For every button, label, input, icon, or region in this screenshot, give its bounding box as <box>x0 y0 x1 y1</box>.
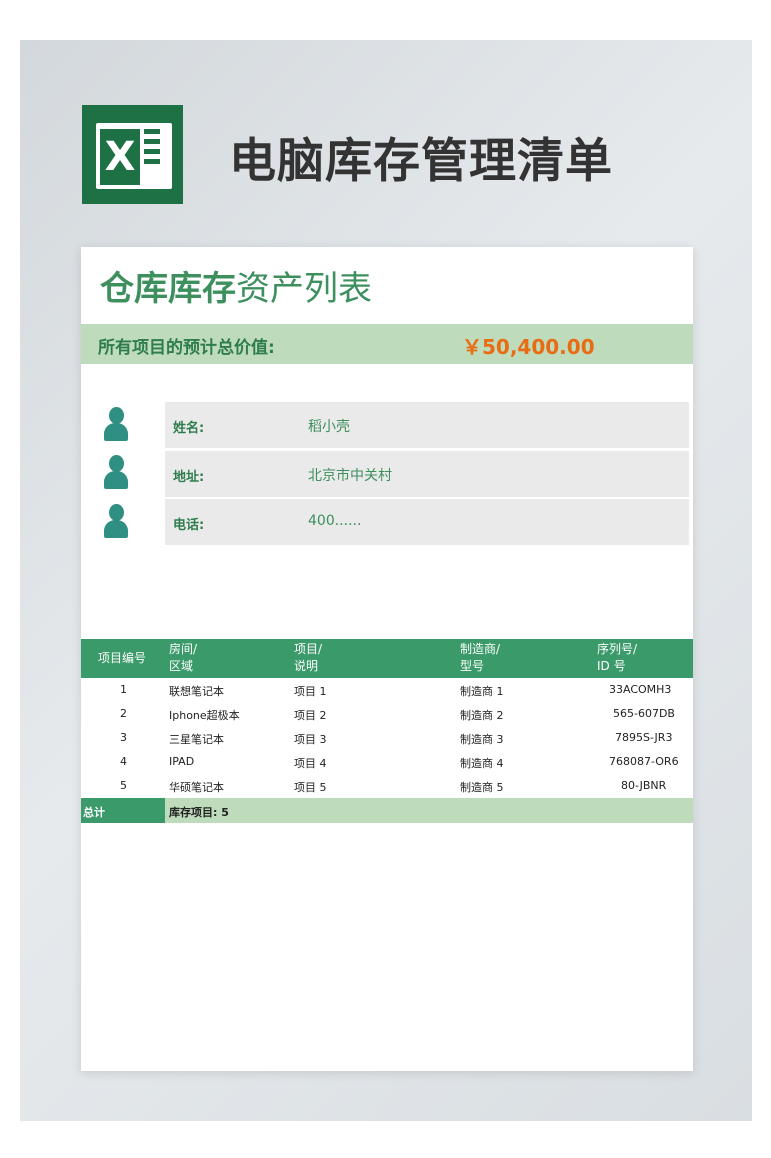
inventory-sheet: 仓库库存资产列表 所有项目的预计总价值: ￥50,400.00 姓名: 稻小壳 … <box>81 247 693 1071</box>
cell-id: 3 <box>120 731 127 744</box>
table-row[interactable]: 4 IPAD 项目 4 制造商 4 768087-OR6 <box>81 750 693 774</box>
cell-item: 项目 5 <box>294 781 327 794</box>
column-header-room-line1: 房间/ <box>169 642 198 656</box>
sheet-title-bold: 仓库库存 <box>100 269 236 309</box>
column-header-maker-line1: 制造商/ <box>460 642 501 656</box>
cell-maker: 制造商 4 <box>460 757 504 770</box>
cell-room: 联想笔记本 <box>169 685 224 698</box>
column-header-maker-line2: 型号 <box>460 659 485 673</box>
info-key-phone: 电话: <box>173 518 205 533</box>
summary-label-cell: 总计 <box>81 798 165 823</box>
cell-id: 1 <box>120 683 127 696</box>
cell-item: 项目 3 <box>294 733 327 746</box>
cell-maker: 制造商 2 <box>460 709 504 722</box>
cell-maker: 制造商 3 <box>460 733 504 746</box>
column-header-item[interactable]: 项目/ 说明 <box>294 641 322 675</box>
excel-letter: X <box>100 129 140 185</box>
info-value-name[interactable]: 稻小壳 <box>308 416 350 436</box>
total-value-label: 所有项目的预计总价值: <box>98 338 275 358</box>
cell-item: 项目 2 <box>294 709 327 722</box>
column-header-room[interactable]: 房间/ 区域 <box>169 641 197 675</box>
person-icon <box>103 455 129 491</box>
info-row-address: 地址: 北京市中关村 <box>165 451 689 497</box>
cell-id: 5 <box>120 779 127 792</box>
cell-maker: 制造商 1 <box>460 685 504 698</box>
info-key-address: 地址: <box>173 470 205 485</box>
cell-serial: 565-607DB <box>613 707 675 720</box>
column-header-serial-line1: 序列号/ <box>597 642 638 656</box>
column-header-maker[interactable]: 制造商/ 型号 <box>460 641 500 675</box>
info-value-address[interactable]: 北京市中关村 <box>308 465 392 485</box>
column-header-id[interactable]: 项目编号 <box>98 650 146 667</box>
info-value-phone[interactable]: 400...... <box>308 513 361 529</box>
cell-item: 项目 4 <box>294 757 327 770</box>
person-icon <box>103 504 129 540</box>
info-key-name: 姓名: <box>173 421 205 436</box>
cell-id: 4 <box>120 755 127 768</box>
total-value-amount: ￥50,400.00 <box>462 335 595 359</box>
sheet-title: 仓库库存资产列表 <box>100 261 372 310</box>
sheet-title-light: 资产列表 <box>236 269 372 309</box>
cell-room: IPAD <box>169 755 195 768</box>
sheet-lines <box>144 129 164 177</box>
cell-serial: 768087-OR6 <box>609 755 679 768</box>
summary-label: 总计 <box>83 806 105 819</box>
cell-room: 三星笔记本 <box>169 733 224 746</box>
cell-serial: 7895S-JR3 <box>615 731 673 744</box>
cell-serial: 80-JBNR <box>621 779 667 792</box>
cell-id: 2 <box>120 707 127 720</box>
table-header: 项目编号 房间/ 区域 项目/ 说明 制造商/ 型号 序列号/ ID 号 <box>81 639 693 678</box>
cell-room: 华硕笔记本 <box>169 781 224 794</box>
cell-serial: 33ACOMH3 <box>609 683 672 696</box>
column-header-item-line1: 项目/ <box>294 642 323 656</box>
cell-item: 项目 1 <box>294 685 327 698</box>
column-header-room-line2: 区域 <box>169 659 194 673</box>
table-row[interactable]: 5 华硕笔记本 项目 5 制造商 5 80-JBNR <box>81 774 693 798</box>
cell-room: Iphone超极本 <box>169 709 240 722</box>
table-row[interactable]: 3 三星笔记本 项目 3 制造商 3 7895S-JR3 <box>81 726 693 750</box>
summary-row: 总计 库存项目: 5 <box>81 798 693 823</box>
cell-maker: 制造商 5 <box>460 781 504 794</box>
summary-count: 库存项目: 5 <box>169 806 229 819</box>
info-row-name: 姓名: 稻小壳 <box>165 402 689 448</box>
total-value-bar: 所有项目的预计总价值: ￥50,400.00 <box>81 324 693 364</box>
column-header-serial[interactable]: 序列号/ ID 号 <box>597 641 637 675</box>
column-header-serial-line2: ID 号 <box>597 659 626 673</box>
table-row[interactable]: 2 Iphone超极本 项目 2 制造商 2 565-607DB <box>81 702 693 726</box>
page-title: 电脑库存管理清单 <box>229 134 613 189</box>
column-header-item-line2: 说明 <box>294 659 319 673</box>
info-row-phone: 电话: 400...... <box>165 499 689 545</box>
excel-icon: X <box>82 105 183 204</box>
table-row[interactable]: 1 联想笔记本 项目 1 制造商 1 33ACOMH3 <box>81 678 693 702</box>
person-icon <box>103 407 129 443</box>
